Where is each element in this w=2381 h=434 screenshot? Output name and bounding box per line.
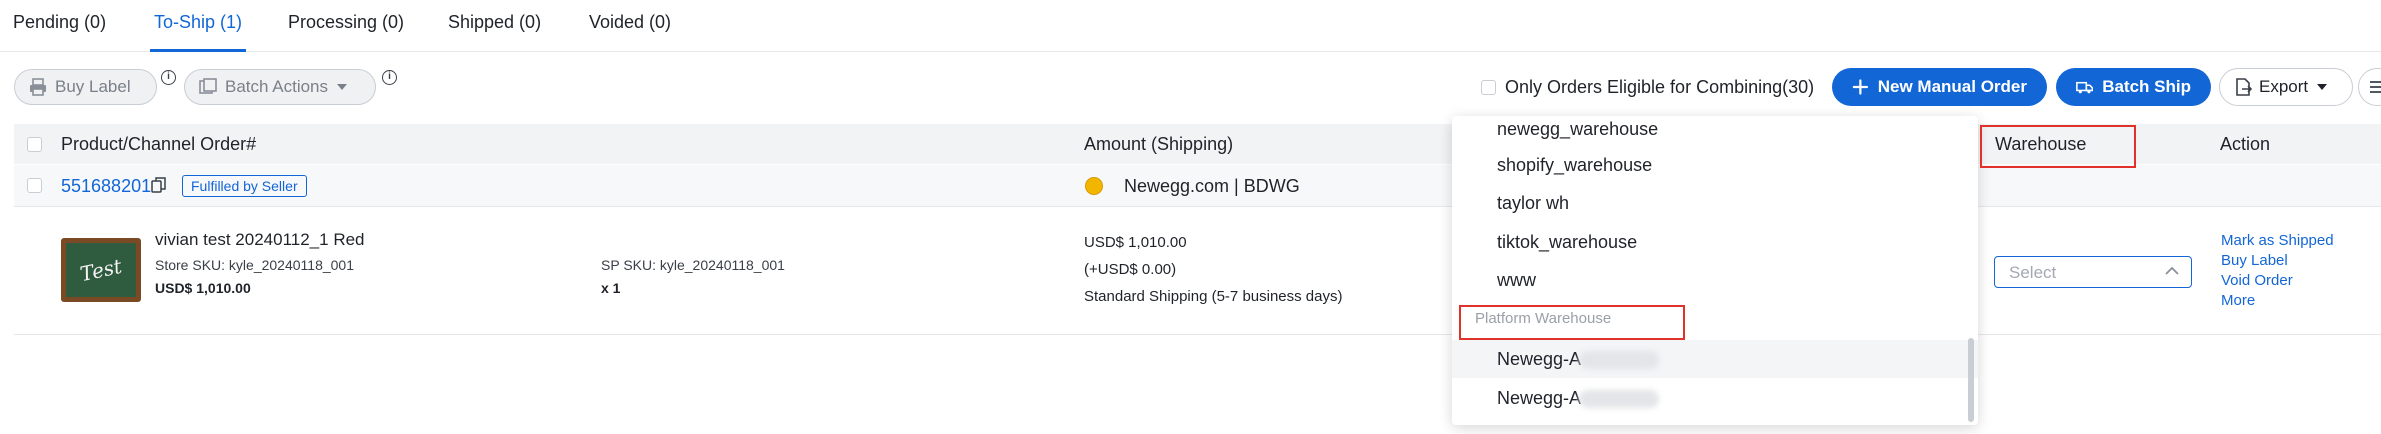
info-icon[interactable]: i: [161, 70, 176, 85]
dropdown-scrollbar[interactable]: [1968, 338, 1974, 422]
dropdown-platform-option[interactable]: Newegg-A: [1452, 379, 1978, 417]
dropdown-option[interactable]: tiktok_warehouse: [1452, 223, 1978, 261]
order-amount: USD$ 1,010.00: [1084, 234, 1187, 251]
truck-icon: [2076, 81, 2094, 94]
combine-checkbox[interactable]: [1481, 80, 1496, 95]
row-divider: [14, 334, 2381, 335]
tab-pending[interactable]: Pending (0): [13, 12, 106, 33]
column-settings-button[interactable]: [2358, 68, 2381, 106]
select-all-checkbox[interactable]: [27, 137, 42, 152]
menu-icon: [2370, 81, 2381, 93]
new-manual-order-text: New Manual Order: [1877, 77, 2027, 96]
thumbnail-text: Test: [77, 253, 125, 287]
buy-label-link[interactable]: Buy Label: [2221, 252, 2288, 269]
channel-logo-icon: [1085, 177, 1103, 195]
warehouse-select[interactable]: Select: [1994, 256, 2192, 288]
channel-name: Newegg.com | BDWG: [1124, 176, 1300, 196]
warehouse-dropdown: newegg_warehouse shopify_warehouse taylo…: [1452, 116, 1978, 425]
new-manual-order-button[interactable]: New Manual Order: [1832, 68, 2047, 106]
warehouse-select-placeholder: Select: [2009, 263, 2057, 282]
batch-ship-button[interactable]: Batch Ship: [2056, 68, 2211, 106]
highlight-box-platform-warehouse: [1459, 305, 1685, 340]
order-checkbox[interactable]: [27, 178, 42, 193]
batch-actions-text: Batch Actions: [225, 77, 329, 96]
batch-actions-button[interactable]: Batch Actions: [184, 69, 376, 105]
product-price: USD$ 1,010.00: [155, 280, 251, 296]
highlight-box-warehouse-header: [1980, 125, 2136, 168]
tab-to-ship[interactable]: To-Ship (1): [154, 12, 242, 33]
product-name: vivian test 20240112_1 Red: [155, 230, 365, 249]
copy-icon[interactable]: [151, 177, 166, 193]
dropdown-option[interactable]: www: [1452, 261, 1978, 299]
platform-option-label: Newegg-A: [1497, 388, 1582, 408]
header-action: Action: [2220, 134, 2271, 154]
info-icon[interactable]: i: [382, 70, 397, 85]
shipping-amount: (+USD$ 0.00): [1084, 261, 1177, 278]
platform-option-label: Newegg-A: [1497, 349, 1582, 369]
status-tabs: Pending (0) To-Ship (1) Processing (0) S…: [0, 0, 2381, 52]
dropdown-option[interactable]: shopify_warehouse: [1452, 146, 1978, 184]
export-text: Export: [2259, 77, 2309, 96]
order-number-link[interactable]: 551688201: [61, 176, 151, 197]
redacted-text: [1579, 351, 1660, 370]
buy-label-button[interactable]: Buy Label: [14, 69, 157, 105]
product-thumbnail: Test: [61, 238, 141, 302]
export-button[interactable]: Export: [2219, 68, 2353, 106]
sp-sku: SP SKU: kyle_20240118_001: [601, 257, 785, 273]
tab-processing[interactable]: Processing (0): [288, 12, 404, 33]
dropdown-platform-option[interactable]: Newegg-A: [1452, 340, 1978, 378]
shipping-method: Standard Shipping (5-7 business days): [1084, 288, 1343, 305]
caret-down-icon: [337, 84, 348, 90]
void-order-link[interactable]: Void Order: [2221, 272, 2293, 289]
export-icon: [2236, 78, 2252, 96]
batch-icon: [199, 78, 217, 94]
active-tab-indicator: [150, 49, 246, 52]
tab-shipped[interactable]: Shipped (0): [448, 12, 541, 33]
dropdown-option[interactable]: taylor wh: [1452, 184, 1978, 222]
buy-label-text: Buy Label: [55, 77, 131, 96]
batch-ship-text: Batch Ship: [2102, 77, 2191, 96]
quantity: x 1: [601, 280, 621, 296]
tab-voided[interactable]: Voided (0): [589, 12, 671, 33]
more-link[interactable]: More: [2221, 292, 2255, 309]
mark-as-shipped-link[interactable]: Mark as Shipped: [2221, 232, 2334, 249]
combine-label: Only Orders Eligible for Combining(30): [1505, 77, 1815, 97]
header-product: Product/Channel Order#: [61, 134, 257, 154]
fulfilled-badge: Fulfilled by Seller: [182, 175, 307, 197]
chevron-up-icon: [2165, 266, 2179, 275]
dropdown-option[interactable]: newegg_warehouse: [1452, 116, 1978, 146]
store-sku: Store SKU: kyle_20240118_001: [155, 257, 354, 273]
plus-icon: [1852, 79, 1868, 95]
header-amount: Amount (Shipping): [1084, 134, 1234, 154]
caret-down-icon: [2317, 84, 2328, 90]
printer-icon: [30, 78, 46, 96]
redacted-text: [1579, 390, 1660, 409]
